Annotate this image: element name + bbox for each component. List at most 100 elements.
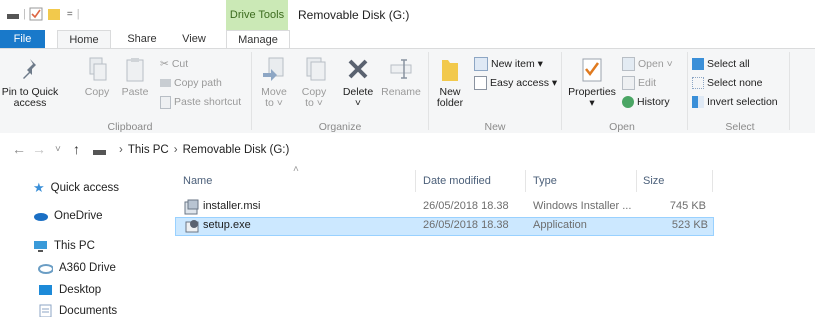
select-group-label: Select [725, 121, 755, 133]
copy-path-button[interactable]: Copy path [160, 75, 241, 91]
file-date: 26/05/2018 18.38 [423, 219, 509, 231]
up-arrow-icon[interactable]: ↑ [73, 141, 80, 157]
delete-dropdown: ˅ [354, 97, 362, 109]
column-divider[interactable] [415, 170, 416, 192]
invert-selection-label: Invert selection [707, 96, 778, 108]
copy-path-label: Copy path [174, 77, 222, 89]
new-item-button[interactable]: New item ▾ [474, 56, 557, 72]
nav-this-pc[interactable]: This PC [33, 240, 95, 252]
select-none-button[interactable]: Select none [692, 75, 778, 91]
properties-check-icon[interactable] [29, 7, 43, 21]
copy-to-icon [306, 57, 326, 81]
breadcrumb: › This PC › Removable Disk (G:) [119, 144, 289, 156]
new-folder-button[interactable]: New folder [433, 56, 467, 109]
new-folder-qat-icon[interactable] [47, 7, 63, 21]
delete-button[interactable]: Delete ˅ [340, 56, 376, 109]
breadcrumb-removable-disk[interactable]: Removable Disk (G:) [183, 144, 290, 156]
invert-selection-button[interactable]: Invert selection [692, 94, 778, 110]
tab-view[interactable]: View [172, 30, 216, 48]
a360-icon [38, 264, 53, 274]
pin-to-quick-access-button[interactable]: Pin to Quick access [1, 56, 59, 109]
select-all-label: Select all [707, 58, 750, 70]
quick-access-toolbar: | = | [6, 6, 80, 22]
file-type: Windows Installer ... [533, 200, 632, 212]
paste-shortcut-button[interactable]: Paste shortcut [160, 94, 241, 110]
column-divider[interactable] [712, 170, 713, 192]
column-divider[interactable] [525, 170, 526, 192]
tab-manage[interactable]: Manage [226, 30, 290, 48]
new-item-label: New item ▾ [491, 58, 543, 70]
clipboard-small-buttons: ✂ Cut Copy path Paste shortcut [160, 56, 241, 110]
invert-selection-icon [692, 96, 704, 108]
documents-icon [39, 304, 52, 317]
group-separator [428, 52, 429, 130]
open-button[interactable]: Open ˅ [622, 56, 673, 72]
paste-button[interactable]: Paste [118, 56, 152, 98]
organize-group-label: Organize [318, 121, 362, 133]
file-row-selected[interactable]: setup.exe 26/05/2018 18.38 Application 5… [175, 217, 714, 236]
open-icon [622, 57, 635, 71]
select-all-icon [692, 58, 704, 70]
sort-ascending-icon: ˄ [293, 164, 299, 175]
column-header-name[interactable]: Name [183, 175, 212, 187]
nav-documents[interactable]: Documents [38, 304, 117, 317]
easy-access-button[interactable]: Easy access ▾ [474, 75, 557, 91]
nav-quick-access[interactable]: ★ Quick access [33, 180, 119, 196]
scissors-icon: ✂ [160, 58, 169, 70]
file-name: setup.exe [203, 219, 251, 231]
edit-button[interactable]: Edit [622, 75, 673, 91]
new-item-icon [474, 57, 488, 71]
group-separator [251, 52, 252, 130]
history-button[interactable]: History [622, 94, 673, 110]
copy-button[interactable]: Copy [82, 56, 112, 98]
breadcrumb-this-pc[interactable]: This PC [128, 144, 169, 156]
file-row[interactable]: installer.msi 26/05/2018 18.38 Windows I… [175, 198, 712, 216]
nav-a360-drive[interactable]: A360 Drive [38, 262, 116, 274]
tab-home[interactable]: Home [57, 30, 111, 48]
paste-label: Paste [121, 86, 149, 98]
select-none-label: Select none [707, 77, 763, 89]
tab-share[interactable]: Share [120, 30, 164, 48]
file-type: Application [533, 219, 587, 231]
edit-label: Edit [638, 77, 657, 89]
column-header-type[interactable]: Type [533, 175, 557, 187]
nav-desktop[interactable]: Desktop [38, 284, 101, 296]
column-header-date-modified[interactable]: Date modified [423, 175, 491, 187]
file-name: installer.msi [203, 200, 261, 212]
properties-button[interactable]: Properties ▾ [566, 56, 618, 109]
delete-x-icon [348, 59, 368, 79]
column-divider[interactable] [636, 170, 637, 192]
rename-button[interactable]: Rename [380, 56, 422, 98]
move-to-icon [263, 57, 284, 81]
breadcrumb-separator: › [173, 144, 178, 156]
nav-label: Quick access [50, 182, 120, 194]
cut-button[interactable]: ✂ Cut [160, 56, 241, 72]
group-separator [687, 52, 688, 130]
nav-onedrive[interactable]: OneDrive [33, 210, 103, 222]
history-icon [622, 96, 634, 108]
recent-locations-chevron-icon[interactable]: ˅ [55, 144, 61, 155]
select-all-button[interactable]: Select all [692, 56, 778, 72]
copy-to-label-2: to ˅ [305, 97, 323, 109]
folder-icon [442, 60, 458, 81]
cloud-icon [34, 213, 48, 221]
exe-file-icon [185, 220, 199, 233]
star-icon: ★ [33, 180, 45, 195]
qat-dropdown-icon[interactable]: = [67, 9, 73, 20]
cut-label: Cut [171, 58, 189, 70]
back-arrow-icon[interactable]: ← [12, 141, 26, 157]
select-none-icon [692, 77, 704, 89]
new-small-buttons: New item ▾ Easy access ▾ [474, 56, 557, 91]
forward-arrow-icon[interactable]: → [32, 141, 46, 157]
properties-icon [582, 58, 602, 82]
nav-label: OneDrive [54, 210, 103, 222]
select-small-buttons: Select all Select none Invert selection [692, 56, 778, 110]
easy-access-icon [474, 76, 487, 90]
move-to-button[interactable]: Move to ˅ [257, 56, 291, 109]
edit-icon [622, 76, 635, 90]
nav-label: A360 Drive [59, 262, 116, 274]
tab-file[interactable]: File [0, 30, 45, 48]
column-header-size[interactable]: Size [643, 175, 664, 187]
copy-to-button[interactable]: Copy to ˅ [297, 56, 331, 109]
new-group-label: New [484, 121, 506, 133]
